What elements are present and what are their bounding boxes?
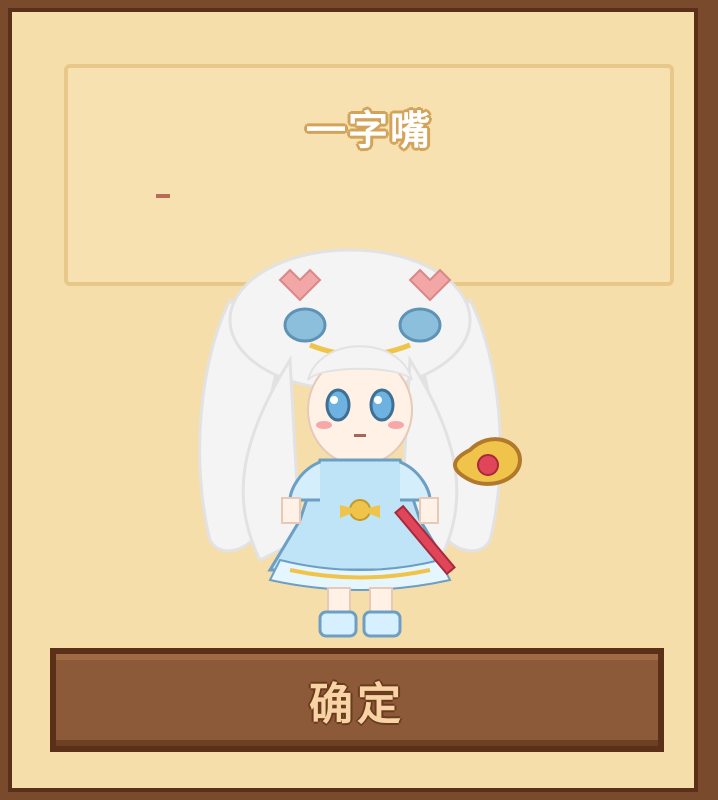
mouth-preview-icon bbox=[156, 194, 170, 198]
left-shoe bbox=[318, 610, 358, 638]
confirm-label: 确定 bbox=[309, 679, 405, 730]
dialog-frame: 一字嘴 确定 bbox=[0, 0, 718, 800]
flat-mouth bbox=[354, 434, 366, 437]
left-blush bbox=[316, 421, 332, 429]
left-arm bbox=[281, 497, 301, 524]
right-arm bbox=[419, 497, 439, 524]
character-preview bbox=[198, 248, 523, 638]
confirm-button[interactable]: 确定 bbox=[50, 648, 664, 752]
dress bbox=[267, 458, 453, 591]
expression-title: 一字嘴 bbox=[306, 108, 432, 154]
right-blush bbox=[388, 421, 404, 429]
right-shoe bbox=[362, 610, 402, 638]
